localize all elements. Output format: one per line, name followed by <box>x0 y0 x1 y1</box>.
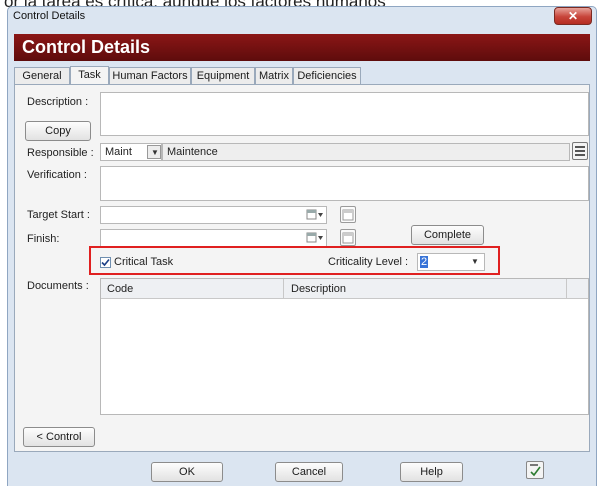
spellcheck-button[interactable] <box>526 461 544 479</box>
target-start-label: Target Start : <box>27 209 90 221</box>
verification-field[interactable] <box>100 166 589 201</box>
complete-button[interactable]: Complete <box>411 225 484 245</box>
tab-equipment[interactable]: Equipment <box>191 67 255 85</box>
lookup-list-button[interactable] <box>572 142 588 160</box>
tab-human-factors[interactable]: Human Factors <box>109 67 191 85</box>
calendar-dropdown-icon[interactable] <box>306 209 324 221</box>
calendar-icon[interactable] <box>340 206 356 223</box>
column-divider <box>283 279 284 299</box>
description-field[interactable] <box>100 92 589 136</box>
chevron-down-icon: ▼ <box>471 257 479 266</box>
responsible-name-value: Maintence <box>167 146 218 158</box>
spellcheck-icon <box>530 464 541 477</box>
criticality-level-label: Criticality Level : <box>328 256 409 268</box>
finish-field[interactable] <box>100 229 327 247</box>
tab-deficiencies[interactable]: Deficiencies <box>293 67 361 85</box>
responsible-code-field[interactable]: Maint ▼ <box>100 143 162 161</box>
tab-task[interactable]: Task <box>70 66 109 85</box>
responsible-code-value: Maint <box>105 146 132 158</box>
responsible-name-field: Maintence <box>162 143 570 161</box>
page-title: Control Details <box>14 34 590 61</box>
critical-task-checkbox[interactable] <box>100 257 111 268</box>
criticality-level-select[interactable]: 2 ▼ <box>417 253 485 271</box>
lookup-list-icon <box>575 146 585 156</box>
control-back-button[interactable]: < Control <box>23 427 95 447</box>
finish-label: Finish: <box>27 233 60 245</box>
tab-general[interactable]: General <box>14 67 70 85</box>
criticality-level-value: 2 <box>420 256 429 268</box>
responsible-dropdown-button[interactable]: ▼ <box>147 145 161 159</box>
column-divider <box>566 279 567 299</box>
documents-label: Documents : <box>27 280 89 292</box>
calendar-icon[interactable] <box>340 229 356 246</box>
tab-matrix[interactable]: Matrix <box>255 67 293 85</box>
description-label: Description : <box>27 96 89 108</box>
copy-button[interactable]: Copy <box>25 121 91 141</box>
help-button[interactable]: Help <box>400 462 463 482</box>
documents-table-header: Code Description <box>101 279 588 299</box>
ok-button[interactable]: OK <box>151 462 223 482</box>
combo-arrow-icon: ▼ <box>151 148 159 157</box>
documents-table[interactable]: Code Description <box>100 278 589 415</box>
calendar-dropdown-icon[interactable] <box>306 232 324 244</box>
cancel-button[interactable]: Cancel <box>275 462 343 482</box>
close-button[interactable]: ✕ <box>554 7 592 25</box>
column-header-code[interactable]: Code <box>107 283 133 295</box>
critical-task-label: Critical Task <box>114 256 174 268</box>
window-title: Control Details <box>13 10 86 22</box>
column-header-description[interactable]: Description <box>291 283 346 295</box>
verification-label: Verification : <box>27 169 87 181</box>
close-icon: ✕ <box>567 9 579 23</box>
responsible-label: Responsible : <box>27 147 94 159</box>
target-start-field[interactable] <box>100 206 327 224</box>
tab-bar: General Task Human Factors Equipment Mat… <box>14 66 590 85</box>
